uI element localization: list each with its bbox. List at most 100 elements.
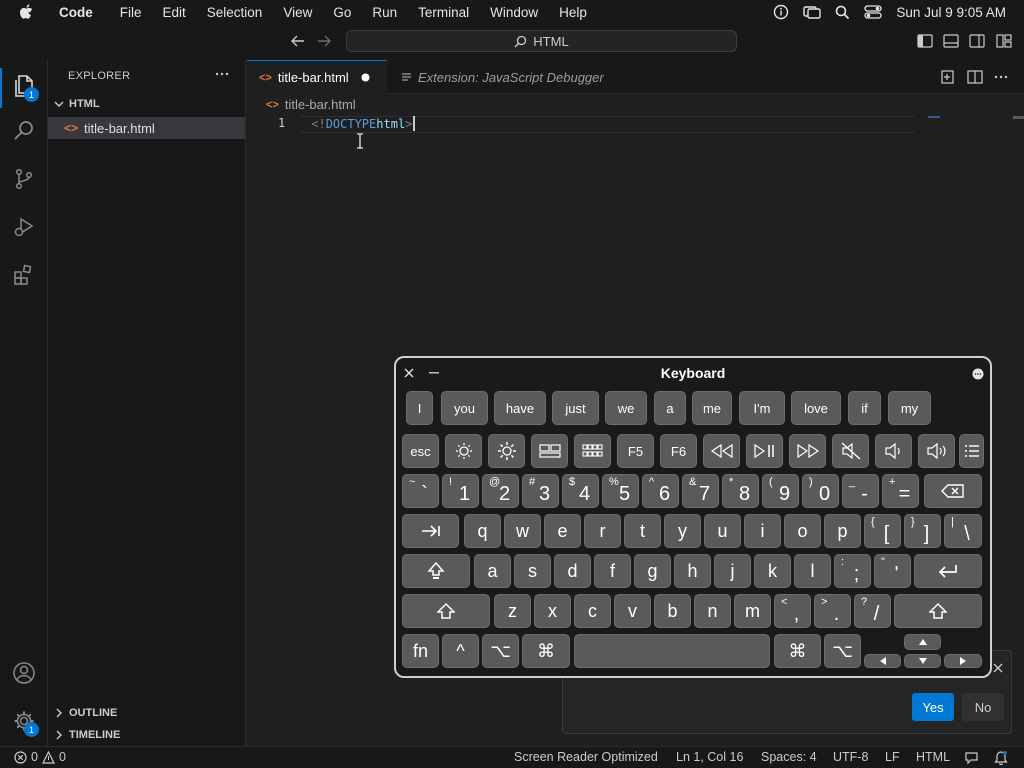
folder-header-html[interactable]: HTML (54, 98, 100, 110)
code-line[interactable]: <! DOCTYPE html > (311, 116, 416, 131)
letter-key-n[interactable]: n (694, 594, 731, 628)
letter-key-l[interactable]: l (794, 554, 831, 588)
letter-key-g[interactable]: g (634, 554, 671, 588)
up-arrow-key[interactable] (904, 634, 941, 650)
left-bracket-key[interactable]: {[ (864, 514, 901, 548)
eol-status[interactable]: LF (885, 750, 900, 764)
right-arrow-key[interactable] (944, 654, 982, 668)
open-changes-icon[interactable] (941, 70, 957, 84)
more-actions-icon[interactable] (993, 70, 1009, 84)
letter-key-a[interactable]: a (474, 554, 511, 588)
left-arrow-key[interactable] (864, 654, 901, 668)
letter-key-x[interactable]: x (534, 594, 571, 628)
equals-key[interactable]: + = (882, 474, 919, 508)
explorer-view-button[interactable]: 1 (8, 70, 40, 102)
digit-1-key[interactable]: ! 1 (442, 474, 479, 508)
run-debug-view-button[interactable] (8, 211, 40, 243)
letter-key-j[interactable]: j (714, 554, 751, 588)
right-shift-key[interactable] (894, 594, 982, 628)
play-pause-key[interactable] (746, 434, 783, 468)
caps-lock-key[interactable] (402, 554, 470, 588)
breadcrumb[interactable]: <> title-bar.html (266, 97, 356, 112)
notifications-bell-icon[interactable] (994, 750, 1008, 765)
fast-forward-key[interactable] (789, 434, 826, 468)
menu-run[interactable]: Run (372, 5, 397, 20)
breadcrumb-file[interactable]: title-bar.html (285, 97, 356, 112)
suggestion-key[interactable]: if (848, 391, 881, 425)
rewind-key[interactable] (703, 434, 740, 468)
left-option-key[interactable]: ⌥ (482, 634, 519, 668)
menu-help[interactable]: Help (559, 5, 587, 20)
digit-9-key[interactable]: (9 (762, 474, 799, 508)
menu-terminal[interactable]: Terminal (418, 5, 469, 20)
semicolon-key[interactable]: :; (834, 554, 871, 588)
letter-key-y[interactable]: y (664, 514, 701, 548)
suggestion-key[interactable]: love (791, 391, 841, 425)
digit-0-key[interactable]: ) 0 (802, 474, 839, 508)
menu-go[interactable]: Go (333, 5, 351, 20)
screen-reader-status[interactable]: Screen Reader Optimized (514, 750, 658, 764)
esc-key[interactable]: esc (402, 434, 439, 468)
indentation-status[interactable]: Spaces: 4 (761, 750, 817, 764)
suggestion-key[interactable]: a (654, 391, 686, 425)
customize-layout-icon[interactable] (996, 34, 1012, 48)
letter-key-i[interactable]: i (744, 514, 781, 548)
control-key[interactable]: ^ (442, 634, 479, 668)
right-bracket-key[interactable]: }] (904, 514, 941, 548)
minimap-slider[interactable] (928, 116, 940, 118)
right-option-key[interactable]: ⌥ (824, 634, 861, 668)
suggestion-key[interactable]: my (888, 391, 931, 425)
brightness-up-key[interactable] (488, 434, 525, 468)
digit-4-key[interactable]: $4 (562, 474, 599, 508)
suggestion-key[interactable]: just (552, 391, 599, 425)
control-center-icon[interactable] (864, 5, 883, 19)
app-name[interactable]: Code (59, 5, 93, 20)
volume-up-key[interactable] (918, 434, 955, 468)
split-editor-icon[interactable] (967, 70, 983, 84)
menu-window[interactable]: Window (490, 5, 538, 20)
vertical-scrollbar[interactable] (1013, 116, 1024, 119)
f5-key[interactable]: F5 (617, 434, 654, 468)
panel-options-key[interactable] (959, 434, 984, 468)
cursor-position[interactable]: Ln 1, Col 16 (676, 750, 743, 764)
digit-6-key[interactable]: ^ 6 (642, 474, 679, 508)
more-actions-icon[interactable] (214, 66, 230, 82)
tab-title-bar-html[interactable]: <> title-bar.html (247, 60, 387, 94)
menu-file[interactable]: File (120, 5, 142, 20)
dialog-close-icon[interactable] (993, 663, 1003, 673)
menu-edit[interactable]: Edit (163, 5, 186, 20)
apple-icon[interactable] (19, 4, 33, 20)
backslash-key[interactable]: | \ (944, 514, 982, 548)
letter-key-w[interactable]: w (504, 514, 541, 548)
toggle-primary-sidebar-icon[interactable] (917, 34, 933, 48)
screen-mirroring-icon[interactable] (803, 4, 822, 20)
letter-key-k[interactable]: k (754, 554, 791, 588)
suggestion-key[interactable]: me (692, 391, 732, 425)
suggestion-key[interactable]: we (605, 391, 647, 425)
letter-key-p[interactable]: p (824, 514, 861, 548)
outline-section[interactable]: OUTLINE (54, 707, 117, 719)
letter-key-f[interactable]: f (594, 554, 631, 588)
launchpad-key[interactable] (574, 434, 611, 468)
fn-key[interactable]: fn (402, 634, 439, 668)
suggestion-key[interactable]: have (494, 391, 546, 425)
search-view-button[interactable] (8, 115, 40, 147)
timeline-section[interactable]: TIMELINE (54, 729, 120, 741)
brightness-down-key[interactable] (445, 434, 482, 468)
comma-key[interactable]: <, (774, 594, 811, 628)
menu-selection[interactable]: Selection (207, 5, 263, 20)
suggestion-key[interactable]: you (441, 391, 488, 425)
manage-settings-button[interactable]: 1 (8, 705, 40, 737)
letter-key-h[interactable]: h (674, 554, 711, 588)
tab-extension-js-debugger[interactable]: Extension: JavaScript Debugger (389, 60, 639, 94)
return-key[interactable] (914, 554, 982, 588)
letter-key-v[interactable]: v (614, 594, 651, 628)
forward-arrow-icon[interactable] (316, 34, 332, 48)
unsaved-dot-icon[interactable] (361, 73, 370, 82)
mute-key[interactable] (832, 434, 869, 468)
left-shift-key[interactable] (402, 594, 490, 628)
extensions-view-button[interactable] (8, 259, 40, 291)
accounts-button[interactable] (8, 657, 40, 689)
f6-key[interactable]: F6 (660, 434, 697, 468)
digit-5-key[interactable]: % 5 (602, 474, 639, 508)
